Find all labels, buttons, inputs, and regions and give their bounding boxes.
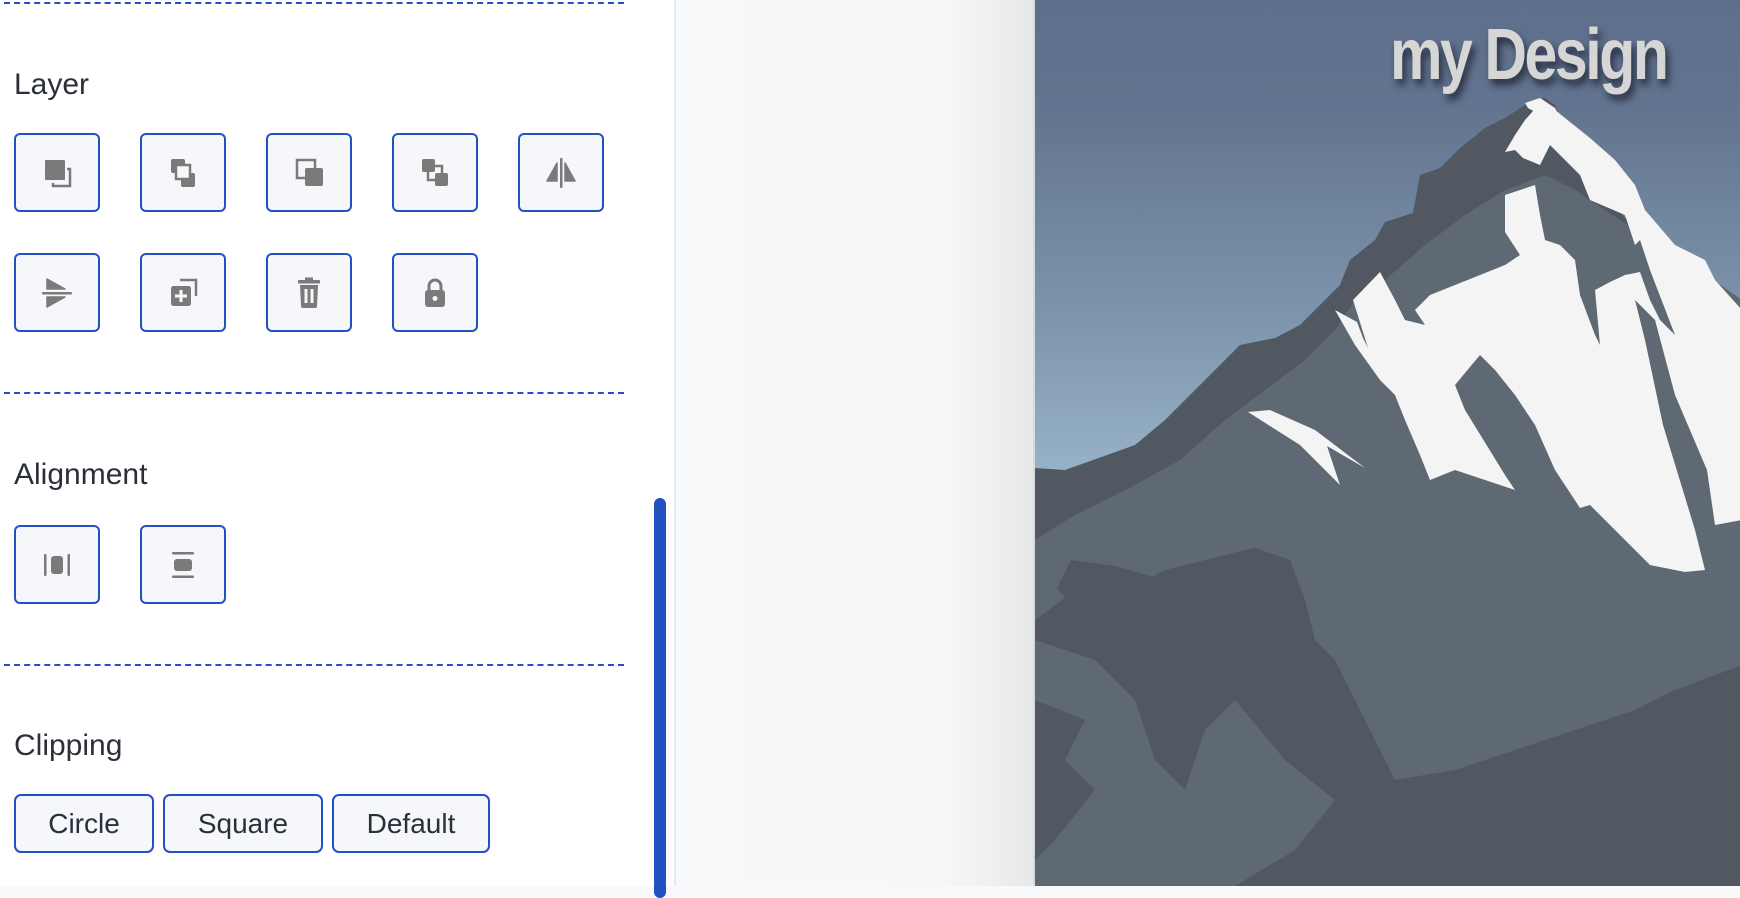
clip-circle-button[interactable]: Circle bbox=[14, 794, 154, 853]
clip-square-button[interactable]: Square bbox=[163, 794, 323, 853]
properties-panel: Layer Alignment Clipping Circle Square D… bbox=[0, 0, 676, 898]
align-horizontal-center-button[interactable] bbox=[14, 525, 100, 604]
workspace-area bbox=[676, 0, 1033, 886]
align-horizontal-center-icon bbox=[44, 553, 70, 576]
align-vertical-center-icon bbox=[172, 551, 194, 578]
bring-to-front-button[interactable] bbox=[392, 133, 478, 212]
flip-vertical-button[interactable] bbox=[14, 253, 100, 332]
mountain-illustration bbox=[1035, 0, 1740, 886]
alignment-heading: Alignment bbox=[14, 458, 148, 491]
design-canvas[interactable]: my Design bbox=[1033, 0, 1740, 886]
section-divider bbox=[4, 2, 624, 4]
layer-heading: Layer bbox=[14, 68, 90, 101]
section-divider bbox=[4, 664, 624, 666]
send-backward-button[interactable] bbox=[140, 133, 226, 212]
lock-button[interactable] bbox=[392, 253, 478, 332]
bring-forward-button[interactable] bbox=[266, 133, 352, 212]
flip-horizontal-icon bbox=[546, 157, 576, 188]
trash-icon bbox=[298, 277, 320, 308]
duplicate-button[interactable] bbox=[140, 253, 226, 332]
lock-icon bbox=[425, 278, 445, 307]
panel-scrollbar-thumb[interactable] bbox=[654, 498, 666, 898]
flip-horizontal-button[interactable] bbox=[518, 133, 604, 212]
send-to-back-icon bbox=[45, 159, 72, 187]
delete-button[interactable] bbox=[266, 253, 352, 332]
clip-default-button[interactable]: Default bbox=[332, 794, 490, 853]
bring-forward-icon bbox=[295, 158, 323, 186]
section-divider bbox=[4, 392, 624, 394]
send-to-back-button[interactable] bbox=[14, 133, 100, 212]
design-title-text[interactable]: my Design bbox=[1390, 14, 1669, 96]
clipping-heading: Clipping bbox=[14, 729, 123, 762]
bring-to-front-icon bbox=[422, 158, 448, 186]
flip-vertical-icon bbox=[42, 277, 72, 308]
duplicate-icon bbox=[171, 278, 198, 306]
align-vertical-center-button[interactable] bbox=[140, 525, 226, 604]
send-backward-icon bbox=[171, 158, 195, 187]
